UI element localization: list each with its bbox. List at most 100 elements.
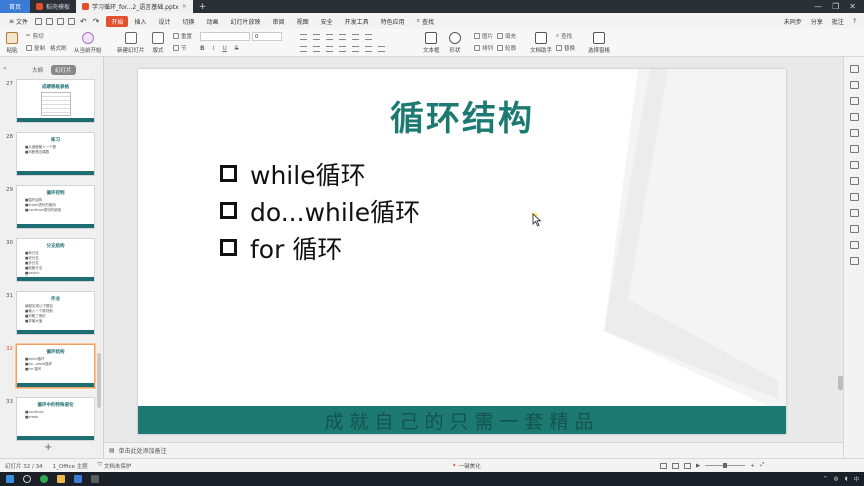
- indent-icon[interactable]: [326, 34, 333, 40]
- history-icon[interactable]: [850, 257, 859, 265]
- picture-panel-icon[interactable]: [850, 209, 859, 217]
- reading-view-icon[interactable]: [684, 462, 691, 469]
- shape-button[interactable]: 形状: [449, 32, 461, 54]
- preview-icon[interactable]: [68, 17, 76, 25]
- tab-document[interactable]: 学习循环_for...2_语言基础.pptx ✕: [76, 0, 193, 13]
- zoom-slider[interactable]: [705, 463, 746, 468]
- print-icon[interactable]: [57, 17, 65, 25]
- slide-thumbnail[interactable]: 循环结构 ■while循环 ■do...while循环 ■for 循环: [16, 344, 95, 388]
- font-size-input[interactable]: 0: [252, 32, 282, 41]
- text-direction-icon[interactable]: [365, 34, 372, 40]
- collapse-icon[interactable]: [850, 193, 859, 201]
- maximize-icon[interactable]: ❐: [832, 2, 839, 11]
- settings-icon[interactable]: [850, 241, 859, 249]
- app2-icon[interactable]: [91, 475, 99, 483]
- italic-button[interactable]: I: [213, 45, 215, 52]
- picture-button[interactable]: 图片: [474, 32, 493, 40]
- redo-icon[interactable]: ↷: [93, 17, 100, 26]
- volume-icon[interactable]: ◖: [845, 476, 848, 482]
- tab-docer[interactable]: 稻壳模板: [30, 0, 76, 13]
- format-painter-button[interactable]: 格式刷: [50, 44, 67, 52]
- slide-thumbnail[interactable]: 循环中的特殊语句 ■continue ■break: [16, 397, 95, 441]
- from-current-button[interactable]: 从当前开始: [74, 32, 102, 54]
- add-slide-button[interactable]: +: [44, 442, 52, 453]
- paste-button[interactable]: 粘贴: [6, 32, 18, 54]
- gallery-icon[interactable]: [850, 145, 859, 153]
- find-button[interactable]: ⌕ 查找: [556, 32, 572, 41]
- open-icon[interactable]: [46, 17, 54, 25]
- object-icon[interactable]: [850, 97, 859, 105]
- font-name-input[interactable]: [200, 32, 250, 41]
- help-icon[interactable]: ?: [853, 18, 856, 25]
- network-icon[interactable]: ◍: [834, 476, 839, 482]
- transition-icon[interactable]: [850, 113, 859, 121]
- menu-item-7[interactable]: 视图: [291, 17, 315, 26]
- menu-item-6[interactable]: 审阅: [267, 17, 291, 26]
- cut-button[interactable]: ✂ 剪切: [26, 32, 44, 40]
- slide-thumbnail[interactable]: 分支结构■单分支■双分支■多分支■嵌套分支■switch■switch_case: [16, 238, 95, 282]
- menu-item-9[interactable]: 开发工具: [339, 17, 375, 26]
- bullet-item[interactable]: for 循环: [220, 229, 420, 266]
- share-button[interactable]: 分享: [811, 17, 823, 26]
- collapse-panel-icon[interactable]: «: [3, 65, 7, 72]
- explorer-icon[interactable]: [57, 475, 65, 483]
- outline-button[interactable]: 轮廓: [497, 44, 516, 52]
- replace-button[interactable]: 替换: [556, 44, 575, 52]
- close-window-icon[interactable]: ✕: [849, 2, 856, 11]
- search-taskbar-icon[interactable]: [23, 475, 31, 483]
- align-right-icon[interactable]: [326, 46, 333, 52]
- start-icon[interactable]: [6, 475, 14, 483]
- ime-icon[interactable]: 中: [853, 475, 859, 483]
- zoom-knob[interactable]: [723, 463, 728, 468]
- menu-item-3[interactable]: 切换: [177, 17, 201, 26]
- slide-thumbnail[interactable]: 成绩等级表格: [16, 79, 95, 123]
- tab-outline[interactable]: 大纲: [28, 65, 47, 75]
- doc-helper-button[interactable]: 文档助手: [530, 32, 552, 54]
- columns-icon[interactable]: [365, 46, 372, 52]
- undo-icon[interactable]: ↶: [80, 17, 87, 26]
- slide-thumbnail[interactable]: 作业 编程实现以下题目 ■输入一个数判断 ■判断三角形 ■求最大值: [16, 291, 95, 335]
- image-panel-icon[interactable]: [850, 225, 859, 233]
- download-icon[interactable]: [850, 161, 859, 169]
- justify-icon[interactable]: [339, 46, 346, 52]
- property-icon[interactable]: [850, 65, 859, 73]
- distribute-icon[interactable]: [352, 46, 359, 52]
- copy-button[interactable]: 复制: [26, 44, 45, 52]
- outdent-icon[interactable]: [339, 34, 346, 40]
- style-icon[interactable]: [850, 129, 859, 137]
- fit-window-icon[interactable]: ⤢: [760, 462, 764, 469]
- bullet-item[interactable]: while循环: [220, 155, 420, 192]
- beautify-button[interactable]: ✦ 一键美化: [452, 462, 481, 470]
- slide-thumbnail[interactable]: 练习 ■从键盘输入一个数 ■判断是否偶数: [16, 132, 95, 176]
- menu-item-10[interactable]: 特色应用: [375, 17, 411, 26]
- normal-view-icon[interactable]: [660, 462, 667, 469]
- new-slide-button[interactable]: 新建幻灯片: [117, 32, 145, 54]
- animation-icon[interactable]: [850, 81, 859, 89]
- menu-item-4[interactable]: 动画: [201, 17, 225, 26]
- select-pane-button[interactable]: 选择窗格: [588, 32, 610, 54]
- number-list-icon[interactable]: [313, 34, 320, 40]
- protect-status[interactable]: ⛉ 文档未保护: [98, 462, 132, 470]
- slide-thumbnail[interactable]: 循环控制 ■循环结构 ■break语句的使用 ■continue语句的使用: [16, 185, 95, 229]
- new-tab-button[interactable]: +: [193, 0, 213, 13]
- tab-home[interactable]: 首页: [0, 0, 30, 13]
- align-text-icon[interactable]: [378, 46, 385, 52]
- menu-item-8[interactable]: 安全: [315, 17, 339, 26]
- menu-item-0[interactable]: 开始: [106, 15, 129, 27]
- save-icon[interactable]: [35, 17, 43, 25]
- share-panel-icon[interactable]: [850, 177, 859, 185]
- bullet-list[interactable]: while循环 do...while循环 for 循环: [220, 155, 420, 266]
- strike-button[interactable]: S: [235, 45, 239, 52]
- bold-button[interactable]: B: [200, 45, 205, 52]
- close-tab-icon[interactable]: ✕: [182, 3, 187, 10]
- textbox-button[interactable]: 文本框: [423, 32, 440, 54]
- line-spacing-icon[interactable]: [352, 34, 359, 40]
- slide-title[interactable]: 循环结构: [138, 91, 786, 140]
- menu-item-1[interactable]: 插入: [128, 17, 152, 26]
- play-slideshow-icon[interactable]: ▶: [696, 463, 700, 469]
- app-icon[interactable]: [74, 475, 82, 483]
- align-left-icon[interactable]: [300, 46, 307, 52]
- browser-icon[interactable]: [40, 475, 48, 483]
- reset-button[interactable]: 重置: [173, 32, 192, 40]
- comment-button[interactable]: 批注: [832, 17, 844, 26]
